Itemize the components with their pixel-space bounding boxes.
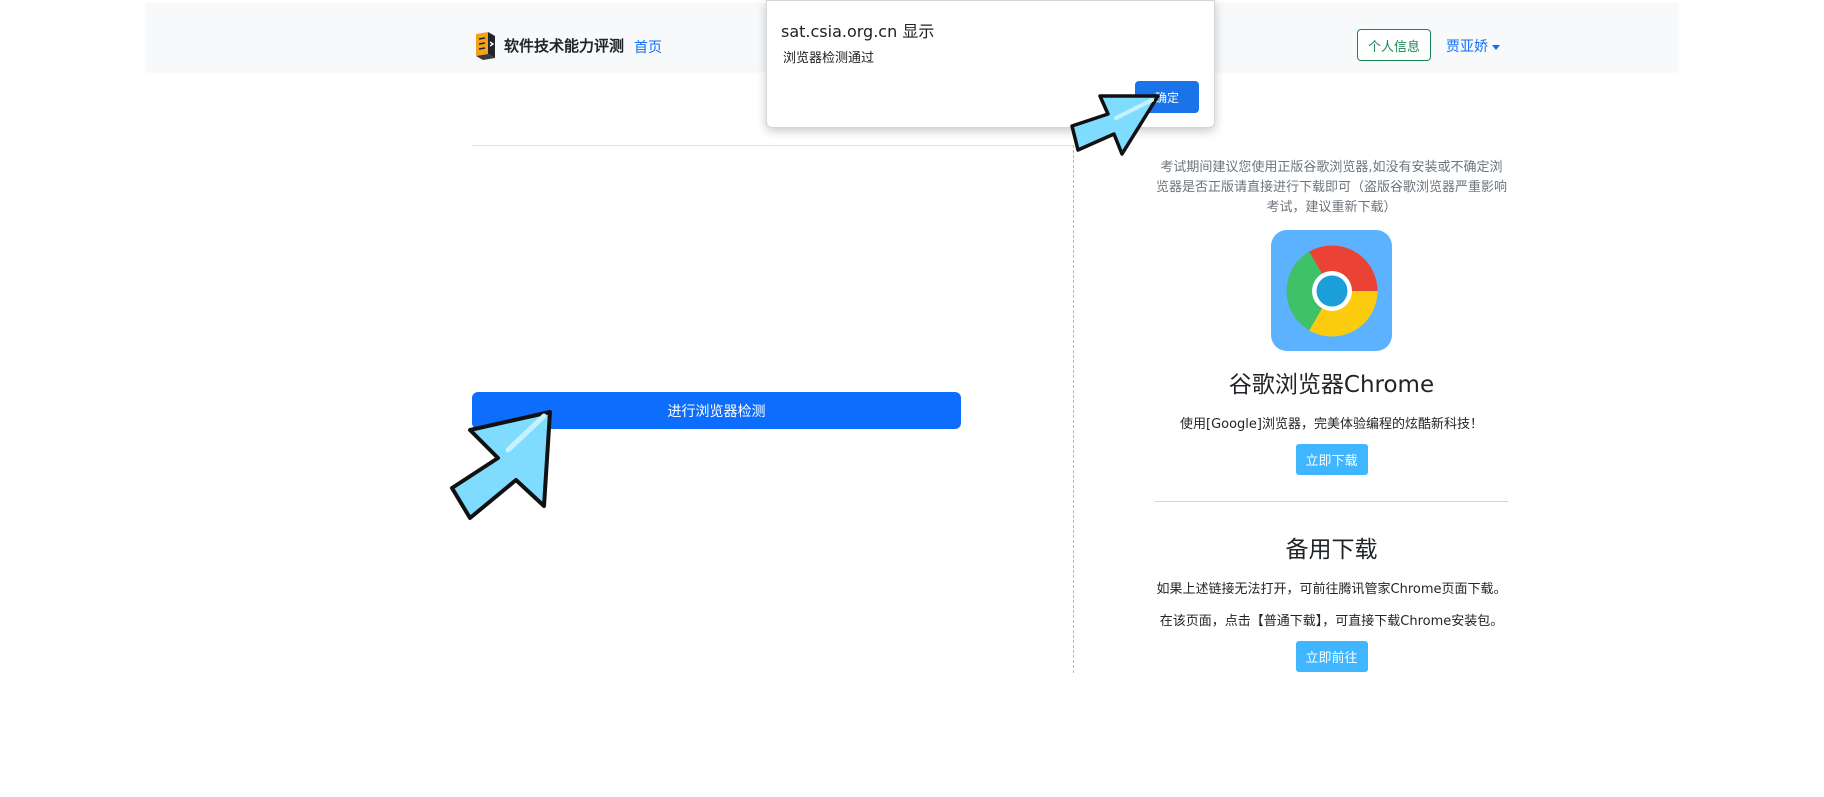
download-panel: 考试期间建议您使用正版谷歌浏览器,如没有安装或不确定浏览器是否正版请直接进行下载… [1155, 158, 1508, 672]
go-now-button[interactable]: 立即前往 [1295, 641, 1368, 672]
top-divider [472, 145, 1074, 146]
backup-instruction-1: 如果上述链接无法打开，可前往腾讯管家Chrome页面下载。 [1156, 582, 1507, 597]
chrome-icon [1271, 230, 1392, 351]
pointer-arrow-icon [1070, 94, 1160, 156]
brand[interactable]: 软件技术能力评测 [472, 30, 624, 60]
chrome-title: 谷歌浏览器Chrome [1228, 372, 1435, 398]
right-divider [1155, 501, 1508, 502]
profile-button[interactable]: 个人信息 [1357, 29, 1431, 61]
brand-text: 软件技术能力评测 [504, 36, 625, 55]
backup-download-title: 备用下载 [1285, 537, 1378, 563]
page: 软件技术能力评测 首页 个人信息 贾亚娇 进行浏览器检测 考试期间建议您使用正版… [0, 0, 1824, 797]
browser-advice-text: 考试期间建议您使用正版谷歌浏览器,如没有安装或不确定浏览器是否正版请直接进行下载… [1155, 160, 1507, 215]
vertical-divider [1073, 145, 1074, 673]
chrome-logo-icon [1286, 245, 1377, 336]
backup-instruction-2: 在该页面，点击【普通下载】，可直接下载Chrome安装包。 [1159, 614, 1504, 629]
brand-logo-icon [476, 32, 495, 60]
dialog-message: 浏览器检测通过 [783, 51, 875, 66]
chrome-description: 使用[Google]浏览器，完美体验编程的炫酷新科技！ [1180, 417, 1483, 432]
pointer-arrow-icon [450, 410, 552, 520]
download-now-button[interactable]: 立即下载 [1295, 444, 1368, 475]
user-name: 贾亚娇 [1446, 39, 1488, 55]
nav-home-link[interactable]: 首页 [634, 37, 662, 57]
caret-down-icon [1492, 44, 1500, 50]
user-dropdown[interactable]: 贾亚娇 [1446, 36, 1500, 56]
dialog-title: sat.csia.org.cn 显示 [781, 22, 935, 41]
